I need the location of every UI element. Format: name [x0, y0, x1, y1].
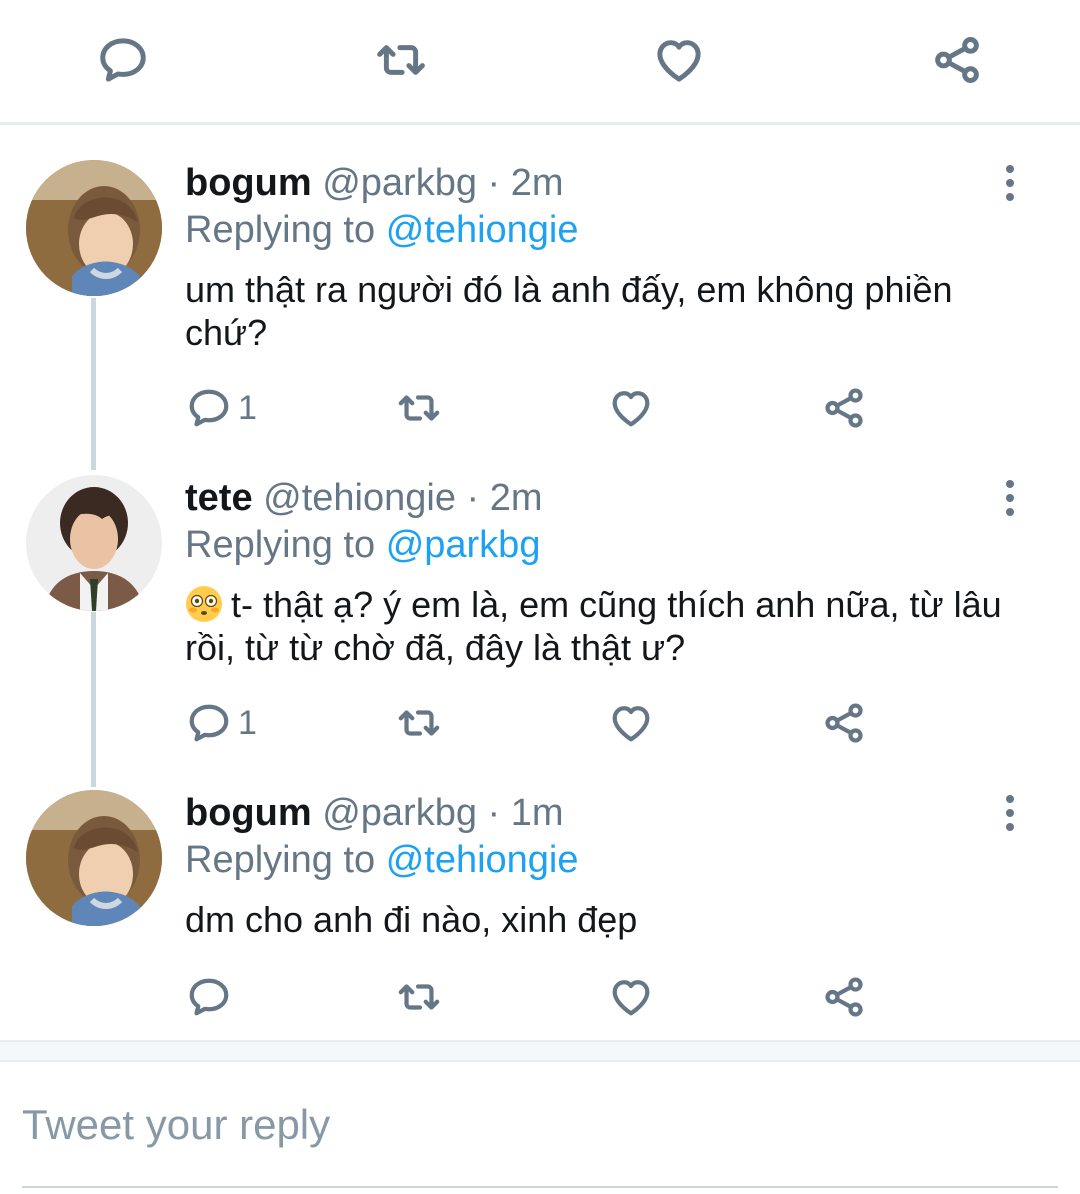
timestamp: 2m [489, 477, 543, 519]
display-name[interactable]: tete [185, 477, 253, 519]
replying-prefix: Replying to [185, 524, 376, 566]
display-name[interactable]: bogum [185, 792, 312, 834]
reply-button[interactable] [186, 967, 238, 1027]
separator: · [466, 477, 480, 519]
retweet-button[interactable] [396, 967, 442, 1027]
replying-to: Replying to @parkbg [185, 522, 540, 568]
reply-button[interactable]: 1 [186, 693, 257, 753]
share-icon [825, 703, 863, 743]
share-icon [825, 388, 863, 428]
user-handle[interactable]: @parkbg [322, 162, 477, 204]
tweet-body: t- thật ạ? ý em là, em cũng thích anh nữ… [185, 583, 1025, 669]
like-button[interactable] [608, 378, 654, 438]
top-action-bar [0, 0, 1080, 122]
reply-button[interactable]: 1 [186, 378, 257, 438]
heart-icon [657, 40, 701, 82]
tweet-header: bogum @parkbg · 1m [185, 790, 564, 836]
avatar-image [26, 475, 162, 611]
reply-input[interactable] [22, 1090, 1058, 1160]
more-dot [1006, 508, 1014, 516]
more-dot [1006, 795, 1014, 803]
more-dot [1006, 165, 1014, 173]
timestamp: 2m [510, 162, 564, 204]
retweet-icon [398, 710, 440, 736]
reply-icon [189, 978, 229, 1016]
avatar-image [26, 160, 162, 296]
retweet-button[interactable] [371, 30, 431, 90]
user-handle[interactable]: @tehiongie [263, 477, 456, 519]
retweet-button[interactable] [396, 693, 442, 753]
more-dot [1006, 823, 1014, 831]
replying-prefix: Replying to [185, 839, 376, 881]
retweet-icon [398, 984, 440, 1010]
tweet-text: dm cho anh đi nào, xinh đẹp [185, 899, 638, 940]
more-options-button[interactable] [990, 475, 1030, 521]
share-button[interactable] [927, 30, 987, 90]
reply-input-underline [22, 1186, 1058, 1188]
share-button[interactable] [821, 693, 867, 753]
separator: · [487, 162, 501, 204]
separator: · [487, 792, 501, 834]
mention-link[interactable]: @tehiongie [386, 839, 579, 881]
composer-divider [0, 1040, 1080, 1062]
heart-icon [612, 391, 650, 427]
more-dot [1006, 193, 1014, 201]
replying-to: Replying to @tehiongie [185, 207, 579, 253]
more-dot [1006, 480, 1014, 488]
like-button[interactable] [608, 693, 654, 753]
like-button[interactable] [608, 967, 654, 1027]
avatar[interactable] [26, 790, 162, 926]
share-button[interactable] [821, 378, 867, 438]
reply-icon [189, 389, 229, 427]
flushed-face-emoji [186, 586, 222, 622]
more-options-button[interactable] [990, 790, 1030, 836]
tweet-actions: 1 [0, 693, 1080, 753]
more-dot [1006, 494, 1014, 502]
retweet-button[interactable] [396, 378, 442, 438]
avatar[interactable] [26, 160, 162, 296]
display-name[interactable]: bogum [185, 162, 312, 204]
mention-link[interactable]: @parkbg [386, 524, 541, 566]
more-dot [1006, 809, 1014, 817]
share-button[interactable] [821, 967, 867, 1027]
reply-count: 1 [238, 703, 257, 742]
tweet-actions: 1 [0, 378, 1080, 438]
avatar-image [26, 790, 162, 926]
heart-icon [612, 980, 650, 1016]
reply-button[interactable] [93, 30, 153, 90]
reply-count: 1 [238, 388, 257, 427]
retweet-icon [377, 45, 425, 75]
like-button[interactable] [649, 30, 709, 90]
timestamp: 1m [510, 792, 564, 834]
user-handle[interactable]: @parkbg [322, 792, 477, 834]
retweet-icon [398, 395, 440, 421]
reply-icon [189, 704, 229, 742]
tweet-actions [0, 967, 1080, 1027]
tweet-header: tete @tehiongie · 2m [185, 475, 543, 521]
tweet-text: t- thật ạ? ý em là, em cũng thích anh nữ… [185, 584, 1002, 668]
tweet-header: bogum @parkbg · 2m [185, 160, 564, 206]
share-icon [825, 977, 863, 1017]
mention-link[interactable]: @tehiongie [386, 209, 579, 251]
reply-icon [100, 38, 146, 82]
replying-prefix: Replying to [185, 209, 376, 251]
more-dot [1006, 179, 1014, 187]
tweet-text: um thật ra người đó là anh đấy, em không… [185, 269, 953, 353]
share-icon [935, 37, 979, 83]
top-divider [0, 122, 1080, 125]
replying-to: Replying to @tehiongie [185, 837, 579, 883]
heart-icon [612, 706, 650, 742]
more-options-button[interactable] [990, 160, 1030, 206]
avatar[interactable] [26, 475, 162, 611]
